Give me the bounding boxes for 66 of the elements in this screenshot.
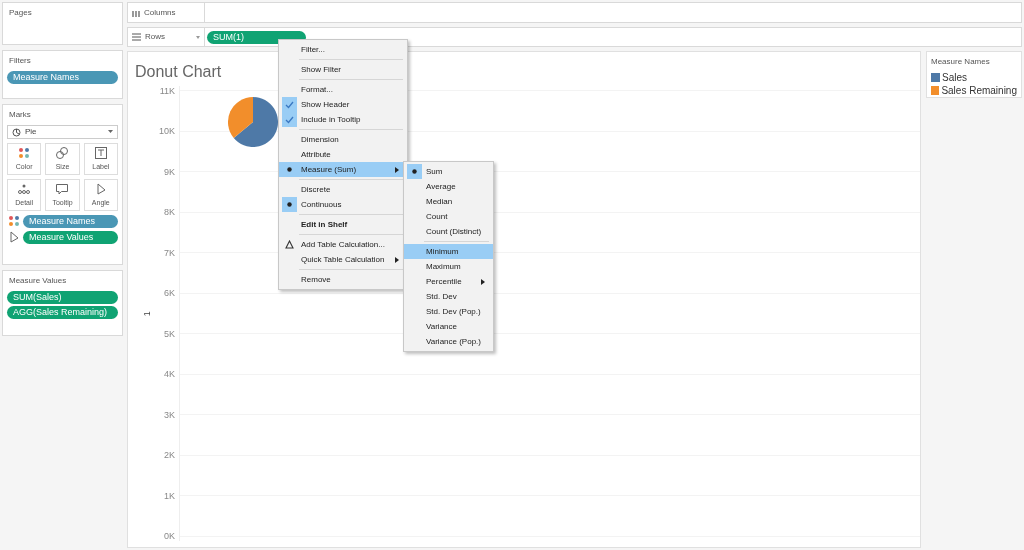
menu-item[interactable]: Edit in Shelf	[279, 217, 407, 232]
mark-type-dropdown[interactable]: Pie	[7, 125, 118, 139]
menu-item[interactable]: Attribute	[279, 147, 407, 162]
axis-tick-label: 10K	[159, 126, 175, 137]
color-dots-icon	[7, 214, 21, 228]
menu-item[interactable]: Percentile	[404, 274, 493, 289]
size-icon	[55, 145, 70, 160]
menu-item[interactable]: Remove	[279, 272, 407, 287]
legend-label: Sales Remaining	[941, 84, 1017, 98]
axis-tick-label: 0K	[164, 531, 175, 541]
axis-tick-label: 11K	[159, 86, 175, 96]
submenu-arrow-icon	[481, 278, 486, 285]
menu-item[interactable]: Format...	[279, 82, 407, 97]
card-title: Filters	[8, 55, 32, 67]
shelf-label: Columns	[144, 6, 176, 19]
color-dots-icon	[17, 145, 32, 160]
chart-title: Donut Chart	[135, 62, 222, 82]
axis-tick-label: 7K	[164, 247, 175, 258]
submenu-arrow-icon	[395, 256, 400, 263]
pie-icon	[12, 127, 21, 137]
menu-item[interactable]: Include in Tooltip	[279, 112, 407, 127]
mark-type-label: Pie	[25, 126, 38, 138]
menu-item[interactable]: Std. Dev	[404, 289, 493, 304]
legend-label: Sales	[942, 71, 967, 85]
menu-item[interactable]: Std. Dev (Pop.)	[404, 304, 493, 319]
menu-item[interactable]: Average	[404, 179, 493, 194]
menu-item[interactable]: Filter...	[279, 42, 407, 57]
card-title: Marks	[8, 109, 32, 121]
shelf-label: Rows	[145, 31, 166, 43]
axis-title: 1	[141, 311, 154, 316]
axis-tick-label: 9K	[164, 166, 175, 177]
card-title: Measure Values	[8, 275, 68, 287]
menu-item[interactable]: Dimension	[279, 132, 407, 147]
dropdown-caret-icon	[196, 35, 200, 39]
axis-tick-label: 6K	[164, 288, 175, 299]
menu-item[interactable]: Sum	[404, 164, 493, 179]
axis-tick-label: 3K	[164, 409, 175, 420]
menu-item[interactable]: Variance	[404, 319, 493, 334]
menu-item[interactable]: Quick Table Calculation	[279, 252, 407, 267]
menu-item[interactable]: Count	[404, 209, 493, 224]
axis-tick-label: 1K	[164, 490, 175, 501]
menu-item[interactable]: Count (Distinct)	[404, 224, 493, 239]
menu-item[interactable]: Add Table Calculation...	[279, 237, 407, 252]
axis-tick-label: 2K	[164, 450, 175, 461]
angle-icon	[7, 230, 21, 244]
columns-icon	[132, 8, 140, 17]
menu-item[interactable]: Show Filter	[279, 62, 407, 77]
axis-tick-label: 5K	[164, 328, 175, 339]
menu-item[interactable]: Maximum	[404, 259, 493, 274]
submenu-arrow-icon	[395, 166, 400, 173]
axis-tick-label: 4K	[164, 369, 175, 380]
dropdown-caret-icon	[108, 130, 113, 134]
rows-icon	[132, 33, 141, 41]
legend-title: Measure Names	[931, 56, 991, 68]
triangle-icon	[284, 240, 294, 249]
menu-item[interactable]: Show Header	[279, 97, 407, 112]
menu-item[interactable]: Discrete	[279, 182, 407, 197]
axis-tick-label: 8K	[164, 207, 175, 218]
menu-item[interactable]: Minimum	[404, 244, 493, 259]
menu-item[interactable]: Variance (Pop.)	[404, 334, 493, 349]
menu-item[interactable]: Continuous	[279, 197, 407, 212]
speech-bubble-icon	[55, 181, 70, 196]
text-label-icon	[93, 145, 108, 160]
menu-item[interactable]: Median	[404, 194, 493, 209]
card-title: Pages	[8, 7, 33, 19]
pie-chart-drawing	[228, 97, 278, 147]
